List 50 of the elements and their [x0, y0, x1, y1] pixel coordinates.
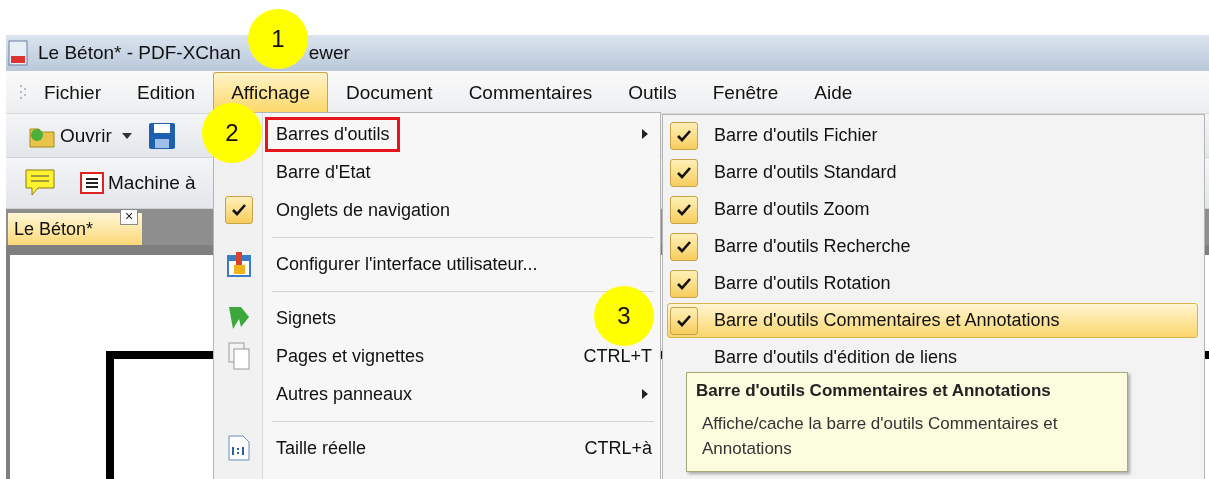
submenu-item[interactable]: Barre d'outils Fichier [667, 118, 1198, 153]
submenu-item[interactable]: Barre d'outils Commentaires et Annotations [667, 303, 1198, 338]
menu-item[interactable]: Barres d'outils [265, 116, 401, 152]
tooltip-title: Barre d'outils Commentaires et Annotations [696, 381, 1052, 401]
typewriter-button[interactable]: Machine à [76, 170, 200, 196]
submenu-arrow-icon [642, 129, 648, 139]
checkmark-icon [676, 276, 692, 291]
menu-item[interactable]: Taille réelle [265, 430, 378, 466]
menu-item[interactable]: Fenêtre [694, 72, 797, 112]
checkmark-icon [676, 239, 692, 254]
open-button[interactable]: Ouvrir [24, 120, 116, 151]
submenu-item[interactable]: Barre d'outils Standard [667, 155, 1198, 190]
step-number-badge: 1 [248, 9, 308, 69]
tab-close-button[interactable]: × [120, 209, 138, 225]
menu-item[interactable]: Commentaires [450, 72, 611, 112]
submenu-item[interactable]: Barre d'outils Recherche [667, 229, 1198, 264]
checkmark-icon [676, 128, 692, 143]
menu-item[interactable]: Fichier [26, 72, 119, 112]
menu-item[interactable]: Pages et vignettes [265, 338, 436, 374]
grip-icon [20, 84, 26, 100]
window-title: Le Béton* - PDF-XChan [38, 42, 241, 64]
paint-brush-window-icon [227, 251, 251, 277]
submenu-item[interactable]: Barre d'outils Rotation [667, 266, 1198, 301]
actual-size-page-icon [228, 435, 250, 461]
pdf-app-icon [8, 40, 30, 66]
menu-item[interactable]: Aide [796, 72, 871, 112]
menu-item[interactable]: Outils [610, 72, 695, 112]
menu-item[interactable]: Signets [265, 300, 348, 336]
tooltip-text: Affiche/cache la barre d'outils Commentaires et Annotations [701, 413, 1059, 460]
submenu-item[interactable]: Barre d'outils d'édition de liens [667, 340, 1198, 375]
window-title: ewer [308, 42, 350, 64]
bookmark-icon [227, 305, 251, 331]
dropdown-caret-icon[interactable] [121, 132, 132, 139]
menu-item[interactable]: Autres panneaux [265, 376, 424, 412]
submenu-item[interactable]: Barre d'outils Zoom [667, 192, 1198, 227]
checkmark-icon [676, 313, 692, 328]
text-box-icon [80, 172, 104, 194]
shortcut-text: CTRL+T [583, 345, 652, 367]
checkmark-icon [676, 202, 692, 217]
comment-bubble-icon[interactable] [24, 168, 56, 198]
checkmark-icon [231, 203, 247, 217]
shortcut-text: CTRL+à [584, 437, 652, 459]
menu-item[interactable]: Document [328, 72, 451, 112]
menu-item[interactable]: Onglets de navigation [265, 192, 462, 228]
menu-item[interactable]: Configurer l'interface utilisateur... [265, 246, 549, 282]
submenu-arrow-icon [642, 389, 648, 399]
menu-item[interactable]: Affichage [213, 72, 328, 112]
checkmark-icon [676, 165, 692, 180]
pages-icon [227, 342, 251, 370]
menu-item[interactable]: Barre d'Etat [265, 154, 382, 190]
